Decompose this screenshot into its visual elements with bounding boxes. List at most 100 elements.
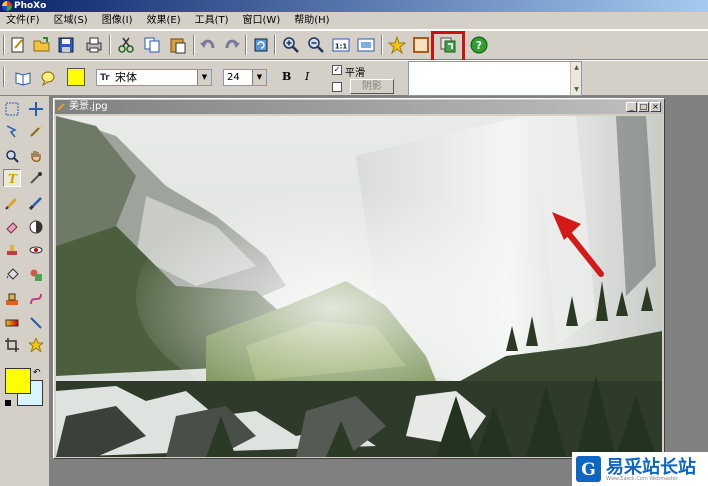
frame-icon	[413, 37, 429, 53]
foreground-color-swatch[interactable]	[5, 368, 31, 394]
svg-text:1:1: 1:1	[335, 43, 348, 51]
rotate-button[interactable]	[250, 34, 272, 56]
warp-icon	[30, 293, 42, 305]
reset-colors-icon[interactable]	[5, 400, 11, 406]
svg-text:?: ?	[476, 39, 482, 52]
menu-effects[interactable]: 效果(E)	[142, 13, 184, 29]
stamp-tool[interactable]	[3, 290, 21, 308]
menu-image[interactable]: 图像(I)	[98, 13, 137, 29]
chevron-down-icon[interactable]: ▼	[252, 70, 266, 85]
waterfall-photo	[56, 116, 662, 457]
menu-tools[interactable]: 工具(T)	[191, 13, 233, 29]
menu-region[interactable]: 区域(S)	[50, 13, 92, 29]
callout-mode-button[interactable]	[37, 67, 59, 89]
clone-tool[interactable]	[3, 241, 21, 259]
menu-file[interactable]: 文件(F)	[2, 13, 44, 29]
main-toolbar: 1:1 ?	[0, 30, 708, 65]
pencil-tool[interactable]	[3, 194, 21, 212]
svg-text:G: G	[581, 460, 596, 480]
italic-button[interactable]: I	[305, 70, 309, 83]
zoom-out-button[interactable]	[305, 34, 327, 56]
redo-button[interactable]	[221, 34, 243, 56]
font-select-value: 宋体	[115, 71, 137, 84]
text-input[interactable]: ▲ ▼	[408, 61, 582, 96]
book-icon	[15, 72, 31, 86]
line-icon	[30, 317, 42, 329]
gradient-tool[interactable]	[3, 314, 21, 332]
favorite-tool[interactable]	[27, 336, 45, 354]
maximize-button[interactable]: □	[638, 102, 649, 112]
paste-button[interactable]	[167, 34, 189, 56]
swap-colors-icon[interactable]: ↶	[33, 368, 41, 378]
chevron-down-icon[interactable]: ▼	[197, 70, 211, 85]
pencil-icon	[5, 197, 18, 210]
menu-window[interactable]: 窗口(W)	[239, 13, 285, 29]
text-tool[interactable]: T	[3, 169, 21, 187]
text-input-scrollbar[interactable]: ▲ ▼	[570, 62, 581, 95]
minimize-button[interactable]: _	[626, 102, 637, 112]
favorites-button[interactable]	[386, 34, 408, 56]
scroll-up-icon[interactable]: ▲	[572, 63, 581, 72]
font-select[interactable]: Tr 宋体 ▼	[96, 69, 212, 86]
watermark-logo-icon: G	[576, 456, 601, 482]
toolbar-separator	[274, 35, 276, 55]
shadow-checkbox[interactable]	[332, 82, 342, 92]
brush-tool[interactable]	[27, 194, 45, 212]
fit-window-button[interactable]	[355, 34, 377, 56]
font-size-select[interactable]: 24 ▼	[223, 69, 267, 86]
print-icon	[86, 37, 102, 53]
copy-button[interactable]	[141, 34, 163, 56]
zoom-tool[interactable]	[3, 147, 21, 165]
scroll-down-icon[interactable]: ▼	[572, 85, 581, 94]
crop-tool[interactable]	[3, 336, 21, 354]
frame-button[interactable]	[410, 34, 432, 56]
text-color-swatch[interactable]	[67, 68, 85, 86]
watermark-url: Www.Easck.Com Webmaster	[606, 476, 678, 482]
save-button[interactable]	[55, 34, 77, 56]
undo-icon	[200, 39, 215, 49]
menu-help[interactable]: 帮助(H)	[290, 13, 333, 29]
undo-button[interactable]	[197, 34, 219, 56]
clone-stamp-icon	[7, 245, 17, 255]
new-button[interactable]	[7, 34, 29, 56]
fill-tool[interactable]	[3, 266, 21, 284]
toolbar-grip	[3, 67, 5, 87]
move-icon	[29, 102, 43, 116]
line-tool[interactable]	[27, 314, 45, 332]
zoom-out-icon	[308, 37, 324, 53]
hand-tool[interactable]	[27, 147, 45, 165]
print-button[interactable]	[83, 34, 105, 56]
shape-tool[interactable]	[27, 266, 45, 284]
star-icon	[388, 36, 406, 54]
lasso-tool[interactable]	[3, 122, 21, 140]
close-button[interactable]: ×	[650, 102, 661, 112]
warp-tool[interactable]	[27, 290, 45, 308]
open-button[interactable]	[31, 34, 53, 56]
smooth-checkbox[interactable]: ✓	[332, 65, 342, 75]
contrast-icon	[29, 220, 43, 234]
magic-wand-tool[interactable]	[27, 122, 45, 140]
bold-button[interactable]: B	[282, 70, 291, 83]
smooth-label: 平滑	[345, 68, 365, 79]
image-canvas[interactable]	[56, 116, 662, 457]
actual-size-button[interactable]: 1:1	[330, 34, 352, 56]
app-title-bar: PhoXo	[0, 0, 708, 12]
toolbar-separator	[245, 35, 247, 55]
eraser-tool[interactable]	[3, 218, 21, 236]
fit-window-icon	[357, 38, 375, 52]
star-icon	[29, 338, 43, 352]
eyedropper-tool[interactable]	[27, 169, 45, 187]
zoom-in-button[interactable]	[280, 34, 302, 56]
red-eye-tool[interactable]	[27, 241, 45, 259]
eraser-icon	[6, 222, 18, 234]
gradient-icon	[5, 319, 19, 327]
move-tool[interactable]	[27, 100, 45, 118]
text-mode-button[interactable]	[12, 67, 34, 89]
contrast-tool[interactable]	[27, 218, 45, 236]
cut-button[interactable]	[115, 34, 137, 56]
document-title-bar[interactable]: 美景.jpg _ □ ×	[55, 100, 663, 114]
shadow-button[interactable]: 阴影	[350, 79, 394, 94]
rect-select-tool[interactable]	[3, 100, 21, 118]
help-button[interactable]: ?	[468, 34, 490, 56]
speech-bubble-icon	[41, 71, 55, 86]
